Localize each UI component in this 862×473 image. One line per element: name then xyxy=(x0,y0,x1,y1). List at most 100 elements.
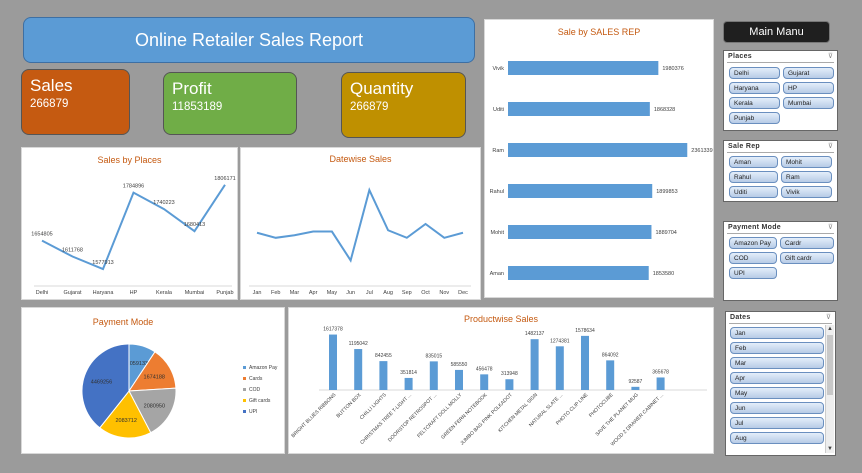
slicer-item-jul[interactable]: Jul xyxy=(730,417,824,429)
quantity-value: 266879 xyxy=(350,101,389,113)
report-title: Online Retailer Sales Report xyxy=(23,17,475,63)
data-label: 1617378 xyxy=(323,327,343,333)
x-tick-label: GREEN FERN NOTEBOOK xyxy=(440,392,489,441)
slicer-item-cod[interactable]: COD xyxy=(729,252,777,264)
series-line xyxy=(256,187,464,263)
legend-label: Cards xyxy=(249,376,263,382)
bar xyxy=(581,335,589,390)
data-label: 842455 xyxy=(375,353,392,359)
x-tick-label: DOORSTOP RETROSPOT ... xyxy=(387,392,438,443)
main-menu-button[interactable]: Main Manu xyxy=(723,21,830,43)
data-label: 2080950 xyxy=(144,403,165,409)
bar xyxy=(508,266,649,280)
slicer-title: Payment Mode xyxy=(728,224,781,231)
data-label: 1611768 xyxy=(62,248,83,254)
clear-filter-icon[interactable]: ⊽ xyxy=(828,52,833,60)
y-tick-label: Vivik xyxy=(492,66,504,72)
data-label: 864092 xyxy=(602,352,619,358)
quantity-card: Quantity 266879 xyxy=(341,72,466,138)
data-label: 1899853 xyxy=(656,189,677,195)
payment-mode-chart: 10591331674188208095020837124469256Amazo… xyxy=(81,343,278,439)
data-label: 313948 xyxy=(501,371,518,377)
x-tick-label: Apr xyxy=(309,290,318,296)
x-tick-label: Haryana xyxy=(93,290,115,296)
x-tick-label: Jan xyxy=(253,290,262,296)
slicer-item-kerala[interactable]: Kerala xyxy=(729,97,780,109)
datewise-sales-panel: Datewise Sales Jan Feb Mar Apr May Jun Jul Aug S… xyxy=(240,147,481,300)
scroll-thumb[interactable] xyxy=(827,335,833,395)
clear-filter-icon[interactable]: ⊽ xyxy=(828,142,833,150)
clear-filter-icon[interactable]: ⊽ xyxy=(826,313,831,321)
slicer-item-aman[interactable]: Aman xyxy=(729,156,778,168)
sale-by-rep-chart: Vivik 1980376 Uditi 1868328 Ram 2361339 Rahul 1… xyxy=(490,61,713,280)
data-label: 1654805 xyxy=(31,232,52,238)
bar xyxy=(329,334,337,390)
slicer-item-rahul[interactable]: Rahul xyxy=(729,171,778,183)
bar xyxy=(404,377,413,390)
x-tick-label: Aug xyxy=(383,290,393,296)
slicer-item-mar[interactable]: Mar xyxy=(730,357,824,369)
slicer-item-punjab[interactable]: Punjab xyxy=(729,112,780,124)
slicer-item-mohit[interactable]: Mohit xyxy=(781,156,832,168)
legend-label: COD xyxy=(249,387,261,393)
slicer-item-apr[interactable]: Apr xyxy=(730,372,824,384)
slicer-item-amazon-pay[interactable]: Amazon Pay xyxy=(729,237,777,249)
datewise-sales-chart: Jan Feb Mar Apr May Jun Jul Aug Sep Oct Nov Dec xyxy=(249,187,471,296)
bar xyxy=(508,225,652,239)
bar xyxy=(455,369,463,390)
clear-filter-icon[interactable]: ⊽ xyxy=(828,223,833,231)
productwise-sales-chart: 1617378 BRIGHT BLUES RIBBONS 1195042 BUTTON… xyxy=(290,327,707,447)
slicer-item-jun[interactable]: Jun xyxy=(730,402,824,414)
x-tick-label: Dec xyxy=(458,290,468,296)
slicer-item-gift-cardr[interactable]: Gift cardr xyxy=(780,252,834,264)
y-tick-label: Uditi xyxy=(493,107,504,113)
slicer-item-jan[interactable]: Jan xyxy=(730,327,824,339)
data-label: 456478 xyxy=(476,366,493,372)
slicer-item-ram[interactable]: Ram xyxy=(781,171,832,183)
legend-swatch xyxy=(243,366,246,369)
slicer-title: Dates xyxy=(730,314,751,321)
slicer-item-uditi[interactable]: Uditi xyxy=(729,186,778,198)
x-tick-label: CHRISTMAS TREE T-LIGHT ... xyxy=(359,392,413,446)
x-tick-label: Jul xyxy=(366,290,373,296)
bar xyxy=(508,143,688,157)
bar xyxy=(508,61,659,75)
bar xyxy=(379,361,388,390)
data-label: 1195042 xyxy=(349,341,368,347)
data-label: 1868328 xyxy=(654,107,675,113)
data-label: 1674188 xyxy=(144,374,165,380)
x-tick-label: Kerala xyxy=(156,290,173,296)
places-slicer: Places ⊽ Delhi Gujarat Haryana HP Kerala… xyxy=(723,50,838,131)
slicer-item-may[interactable]: May xyxy=(730,387,824,399)
x-tick-label: Mar xyxy=(290,290,300,296)
data-label: 1889704 xyxy=(655,230,676,236)
slicer-item-feb[interactable]: Feb xyxy=(730,342,824,354)
scroll-up-icon[interactable]: ▲ xyxy=(826,325,834,333)
slicer-item-vivik[interactable]: Vivik xyxy=(781,186,832,198)
x-tick-label: BUTTON BOX xyxy=(335,392,363,420)
sales-value: 266879 xyxy=(30,98,69,110)
slicer-item-aug[interactable]: Aug xyxy=(730,432,824,444)
slicer-item-delhi[interactable]: Delhi xyxy=(729,67,780,79)
data-label: 1274381 xyxy=(550,338,570,344)
x-tick-label: BRIGHT BLUES RIBBONS xyxy=(290,392,337,439)
bar xyxy=(555,346,564,390)
slicer-item-gujarat[interactable]: Gujarat xyxy=(783,67,834,79)
scroll-down-icon[interactable]: ▼ xyxy=(826,445,834,453)
bar xyxy=(505,379,514,390)
dates-slicer: Dates ⊽ Jan Feb Mar Apr May Jun Jul Aug … xyxy=(725,311,836,456)
slicer-item-hp[interactable]: HP xyxy=(783,82,834,94)
slicer-item-haryana[interactable]: Haryana xyxy=(729,82,780,94)
profit-value: 11853189 xyxy=(172,101,223,113)
slicer-title: Sale Rep xyxy=(728,143,760,150)
data-label: 1577913 xyxy=(92,260,113,266)
legend-swatch xyxy=(243,399,246,402)
slicer-item-mumbai[interactable]: Mumbai xyxy=(783,97,834,109)
slicer-item-upi[interactable]: UPI xyxy=(729,267,777,279)
slicer-item-cardr[interactable]: Cardr xyxy=(780,237,834,249)
slicer-scrollbar[interactable]: ▲ ▼ xyxy=(825,325,834,453)
slicer-title: Places xyxy=(728,53,752,60)
x-tick-label: Sep xyxy=(402,290,412,296)
bar xyxy=(429,361,438,390)
bar xyxy=(508,184,653,198)
